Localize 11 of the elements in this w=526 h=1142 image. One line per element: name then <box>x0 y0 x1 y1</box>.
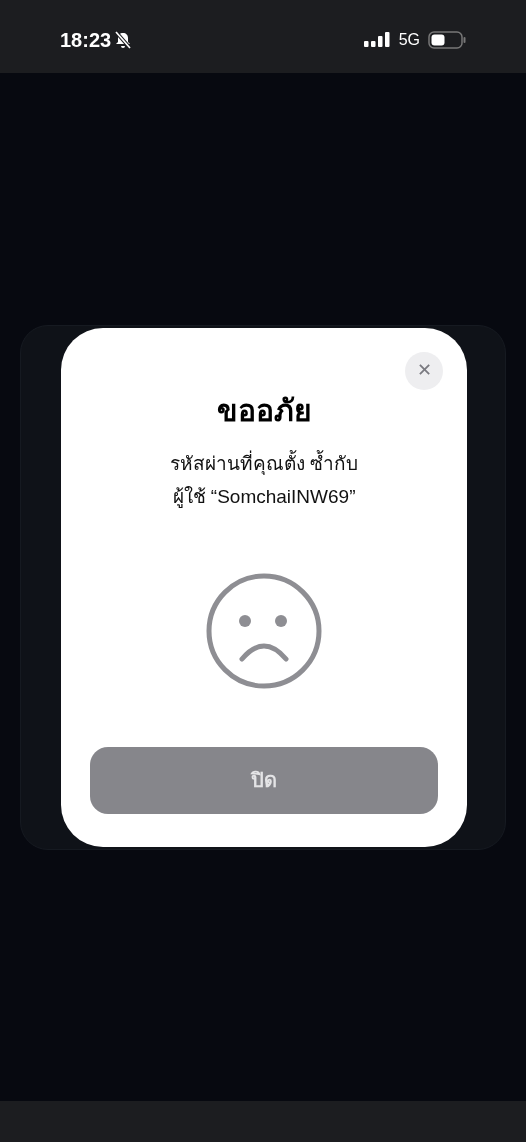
muted-bell-icon <box>113 29 134 50</box>
close-dialog-button[interactable]: ปิด <box>90 746 438 814</box>
clock-time: 18:23 <box>60 27 112 53</box>
battery-icon <box>428 30 466 49</box>
sad-face-icon <box>206 572 322 689</box>
message-line: รหัสผ่านที่คุณตั้ง ซ้ำกับ <box>169 449 359 477</box>
close-button[interactable]: ✕ <box>405 351 443 390</box>
dialog-title: ขออภัย <box>216 392 312 429</box>
message-line: ผู้ใช้ “SomchaiINW69” <box>172 484 356 510</box>
signal-icon <box>363 30 391 49</box>
network-label: 5G <box>398 29 420 50</box>
